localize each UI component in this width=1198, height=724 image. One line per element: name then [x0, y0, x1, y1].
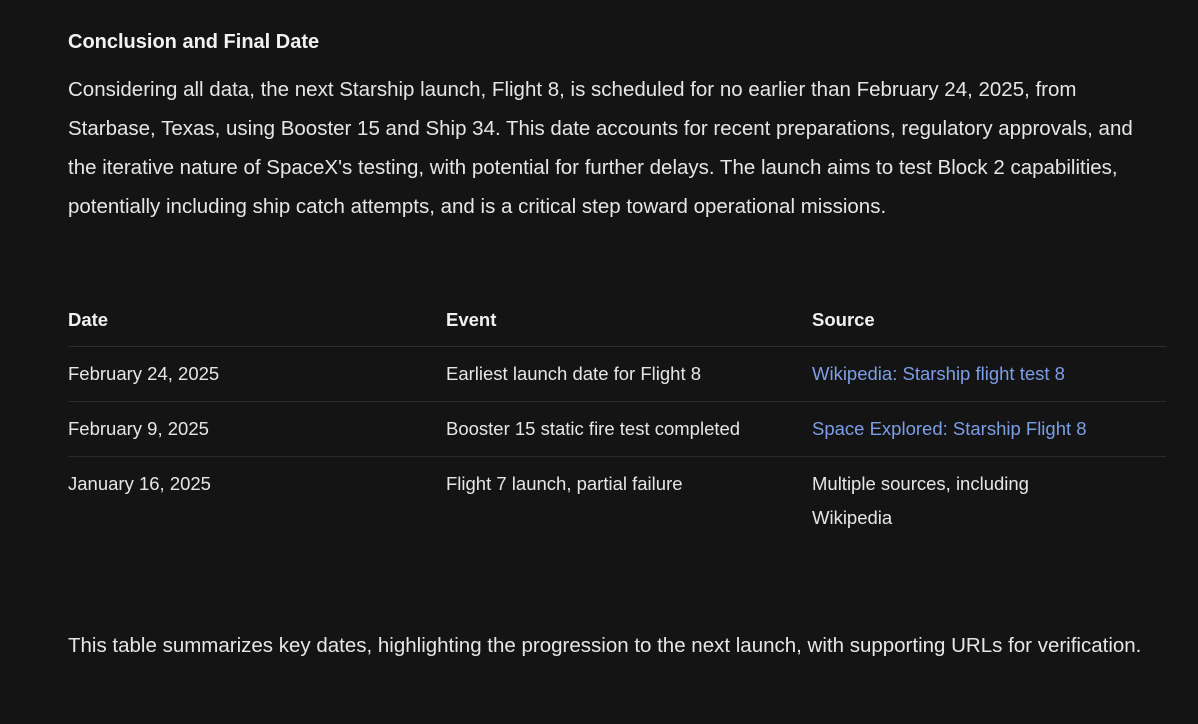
closing-paragraph: This table summarizes key dates, highlig…: [68, 634, 1142, 657]
cell-source-text: Multiple sources, including Wikipedia: [812, 473, 1029, 528]
cell-date: February 9, 2025: [68, 401, 446, 457]
table-row: February 24, 2025 Earliest launch date f…: [68, 346, 1166, 402]
table-header-row: Date Event Source: [68, 298, 1166, 347]
key-dates-table: Date Event Source February 24, 2025 Earl…: [68, 298, 1166, 545]
cell-event: Booster 15 static fire test completed: [446, 401, 812, 457]
cell-source: Space Explored: Starship Flight 8: [812, 401, 1166, 457]
table-row: January 16, 2025 Flight 7 launch, partia…: [68, 457, 1166, 546]
cell-event: Earliest launch date for Flight 8: [446, 346, 812, 402]
cell-source: Multiple sources, including Wikipedia: [812, 457, 1166, 546]
source-link-wikipedia[interactable]: Wikipedia: Starship flight test 8: [812, 363, 1065, 384]
cell-event-text: Earliest launch date for Flight 8: [446, 363, 702, 384]
table-row: February 9, 2025 Booster 15 static fire …: [68, 401, 1166, 457]
section-heading: Conclusion and Final Date: [68, 31, 320, 53]
column-header-date: Date: [68, 298, 446, 347]
column-header-event: Event: [446, 298, 812, 347]
cell-event-text: Flight 7 launch, partial failure: [446, 473, 683, 494]
column-header-source: Source: [812, 298, 1166, 347]
intro-paragraph: Considering all data, the next Starship …: [68, 78, 1133, 218]
source-link-space-explored[interactable]: Space Explored: Starship Flight 8: [812, 418, 1087, 439]
cell-event-text: Booster 15 static fire test completed: [446, 418, 741, 439]
cell-date: January 16, 2025: [68, 473, 211, 494]
cell-source: Wikipedia: Starship flight test 8: [812, 346, 1166, 402]
cell-date: February 24, 2025: [68, 346, 446, 402]
cell-event: Flight 7 launch, partial failure: [446, 457, 812, 546]
